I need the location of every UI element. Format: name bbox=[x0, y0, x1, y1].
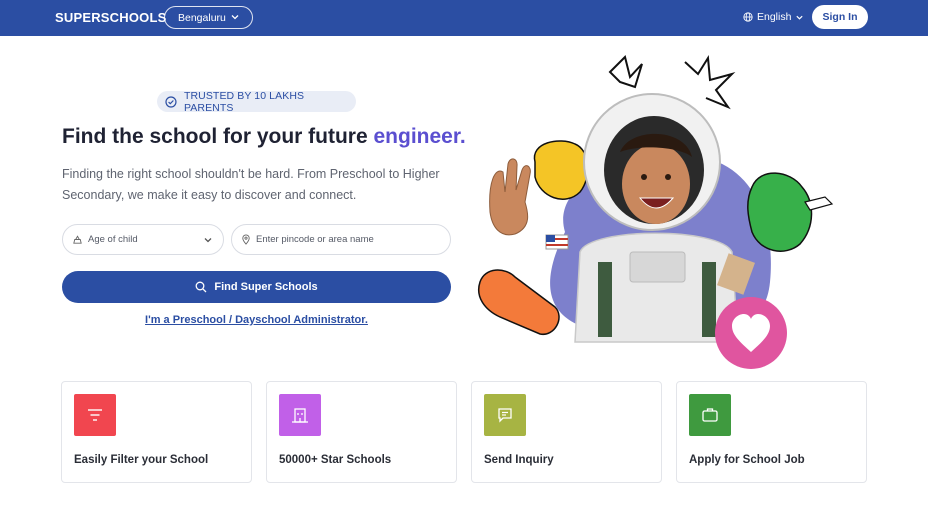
waving-hand bbox=[489, 158, 531, 236]
sign-in-button[interactable]: Sign In bbox=[812, 5, 868, 29]
feature-card-inquiry[interactable]: Send Inquiry bbox=[471, 381, 662, 483]
green-doodle bbox=[747, 172, 813, 252]
feature-card-star-schools[interactable]: 50000+ Star Schools bbox=[266, 381, 457, 483]
logo[interactable]: SUPERSCHOOLS bbox=[55, 10, 166, 25]
city-label: Bengaluru bbox=[178, 11, 226, 24]
message-icon bbox=[484, 394, 526, 436]
chevron-down-icon bbox=[204, 238, 212, 243]
administrator-link[interactable]: I'm a Preschool / Dayschool Administrato… bbox=[62, 314, 451, 326]
yellow-doodle bbox=[533, 140, 589, 200]
trust-badge-text: TRUSTED BY 10 LAKHS PARENTS bbox=[183, 89, 305, 114]
chevron-down-icon bbox=[231, 15, 239, 20]
trust-badge: TRUSTED BY 10 LAKHS PARENTS bbox=[157, 89, 356, 114]
briefcase-icon bbox=[689, 394, 731, 436]
search-icon bbox=[195, 281, 207, 293]
hero-subtitle: Finding the right school shouldn't be ha… bbox=[62, 167, 440, 202]
verified-badge-icon bbox=[165, 95, 177, 108]
age-of-child-select[interactable]: Age of child bbox=[62, 224, 224, 255]
spark-doodle bbox=[684, 54, 736, 110]
age-placeholder: Age of child bbox=[88, 234, 138, 245]
language-label: English bbox=[757, 11, 792, 23]
filter-icon bbox=[74, 394, 116, 436]
top-nav-bar: SUPERSCHOOLS Bengaluru English Sign In bbox=[0, 0, 928, 36]
pincode-input[interactable] bbox=[256, 234, 436, 245]
chevron-down-icon bbox=[796, 15, 804, 20]
feature-label: Easily Filter your School bbox=[74, 454, 209, 466]
child-icon bbox=[73, 235, 82, 244]
find-schools-button[interactable]: Find Super Schools bbox=[62, 271, 451, 303]
feature-label: Send Inquiry bbox=[484, 454, 554, 466]
location-pin-icon bbox=[242, 234, 250, 245]
globe-icon bbox=[743, 12, 753, 22]
language-selector[interactable]: English bbox=[743, 11, 804, 23]
building-icon bbox=[279, 394, 321, 436]
orange-doodle bbox=[478, 269, 560, 335]
find-schools-label: Find Super Schools bbox=[214, 281, 318, 293]
spark-doodle bbox=[608, 55, 643, 89]
pincode-field[interactable] bbox=[231, 224, 451, 255]
page-title: Find the school for your future engineer… bbox=[62, 125, 466, 149]
hero-illustration bbox=[478, 54, 834, 369]
feature-card-school-job[interactable]: Apply for School Job bbox=[676, 381, 867, 483]
city-selector[interactable]: Bengaluru bbox=[164, 6, 253, 29]
feature-label: Apply for School Job bbox=[689, 454, 805, 466]
feature-card-filter[interactable]: Easily Filter your School bbox=[61, 381, 252, 483]
feature-label: 50000+ Star Schools bbox=[279, 454, 392, 466]
title-prefix: Find the school for your future bbox=[62, 125, 374, 148]
title-accent: engineer. bbox=[373, 125, 466, 148]
